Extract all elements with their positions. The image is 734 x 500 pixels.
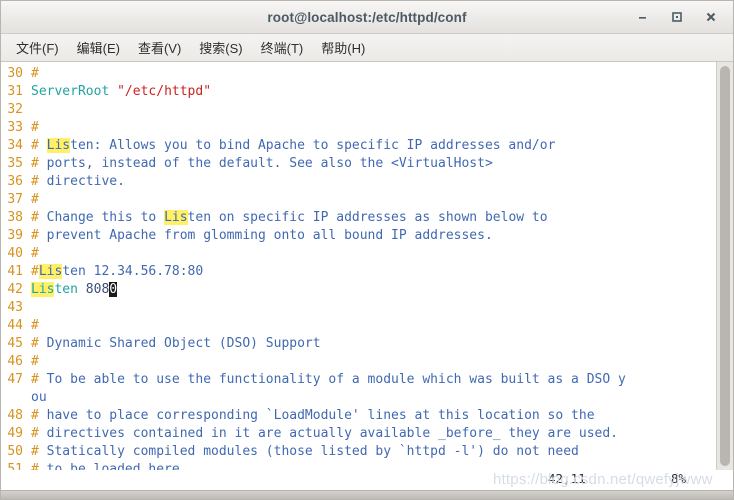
window-title: root@localhost:/etc/httpd/conf	[267, 9, 467, 25]
vim-line-text: ou	[31, 390, 47, 405]
vim-line-text: #	[31, 192, 39, 207]
vim-line-number: 47	[7, 372, 23, 387]
maximize-button[interactable]	[669, 9, 685, 25]
vim-line: 37 #	[1, 191, 716, 209]
vim-line: 45 # Dynamic Shared Object (DSO) Support	[1, 335, 716, 353]
vim-line-list: 30 #31 ServerRoot "/etc/httpd" 32 33 #34 # Lis…	[1, 65, 716, 470]
cursor-position: 42,11	[548, 471, 586, 486]
vim-line: 30 #	[1, 65, 716, 83]
vim-line: 40 #	[1, 245, 716, 263]
menu-search[interactable]: 搜索(S)	[190, 35, 251, 60]
vim-line: 51 # to be loaded here.	[1, 461, 716, 470]
vim-line-number: 45	[7, 336, 23, 351]
vim-line-number: 40	[7, 246, 23, 261]
vim-line: 48 # have to place corresponding `LoadMod…	[1, 407, 716, 425]
vim-line-text: #	[31, 66, 39, 81]
vim-line-text: # have to place corresponding `LoadModul…	[31, 408, 595, 423]
vim-line-text: #	[31, 318, 39, 333]
vim-line-number: 46	[7, 354, 23, 369]
vim-line: 32	[1, 101, 716, 119]
vim-line-number: 49	[7, 426, 23, 441]
vim-line-text: # To be able to use the functionality of…	[31, 372, 626, 387]
vim-line-text: # directives contained in it are actuall…	[31, 426, 619, 441]
vim-line-number: 43	[7, 300, 23, 315]
window-titlebar[interactable]: root@localhost:/etc/httpd/conf	[1, 1, 733, 34]
vim-line-text: #	[31, 354, 39, 369]
menu-file[interactable]: 文件(F)	[7, 35, 68, 60]
vim-line: 35 # ports, instead of the default. See a…	[1, 155, 716, 173]
scroll-percent: 8%	[671, 471, 687, 486]
vim-line-text: # ports, instead of the default. See als…	[31, 156, 493, 171]
close-button[interactable]	[703, 9, 719, 25]
vim-line-text: # to be loaded here.	[31, 462, 188, 470]
vim-line-number: 30	[7, 66, 23, 81]
vim-line-number: 32	[7, 102, 23, 117]
vim-line: ou	[1, 389, 716, 407]
vim-line: 50 # Statically compiled modules (those l…	[1, 443, 716, 461]
vim-line: 34 # Listen: Allows you to bind Apache to…	[1, 137, 716, 155]
vim-line: 33 #	[1, 119, 716, 137]
vim-status-line: 42,11 8%	[1, 470, 733, 490]
vim-line-text: # prevent Apache from glomming onto all …	[31, 228, 493, 243]
menu-view[interactable]: 查看(V)	[129, 35, 190, 60]
vim-line-text: ServerRoot "/etc/httpd"	[31, 84, 212, 99]
vim-line-number: 37	[7, 192, 23, 207]
vim-line-text: #	[31, 246, 39, 261]
vim-line-text: #Listen 12.34.56.78:80	[31, 264, 204, 279]
vim-line-number: 41	[7, 264, 23, 279]
vim-line: 38 # Change this to Listen on specific IP…	[1, 209, 716, 227]
vim-line: 43	[1, 299, 716, 317]
menu-edit[interactable]: 编辑(E)	[68, 35, 129, 60]
vim-line-number: 33	[7, 120, 23, 135]
menubar: 文件(F) 编辑(E) 查看(V) 搜索(S) 终端(T) 帮助(H)	[1, 34, 733, 62]
vim-editor[interactable]: 30 #31 ServerRoot "/etc/httpd" 32 33 #34 # Lis…	[1, 62, 716, 470]
vim-line-text: #	[31, 120, 39, 135]
vim-line-number: 31	[7, 84, 23, 99]
vim-line: 44 #	[1, 317, 716, 335]
window-controls	[635, 1, 727, 33]
vim-line-number: 34	[7, 138, 23, 153]
vim-line-text: # Dynamic Shared Object (DSO) Support	[31, 336, 321, 351]
vim-line-number: 36	[7, 174, 23, 189]
terminal-window: root@localhost:/etc/httpd/conf 文件(F) 编辑(…	[0, 0, 734, 500]
vim-line-text: # Listen: Allows you to bind Apache to s…	[31, 138, 556, 153]
menu-terminal[interactable]: 终端(T)	[252, 35, 313, 60]
vim-line-number: 48	[7, 408, 23, 423]
terminal-body[interactable]: 30 #31 ServerRoot "/etc/httpd" 32 33 #34 # Lis…	[1, 62, 733, 470]
vim-line: 49 # directives contained in it are actua…	[1, 425, 716, 443]
vim-line-text: # Statically compiled modules (those lis…	[31, 444, 579, 459]
vim-line-text: # Change this to Listen on specific IP a…	[31, 210, 548, 225]
vim-line: 42 Listen 8080	[1, 281, 716, 299]
vim-line-number: 50	[7, 444, 23, 459]
scrollbar-thumb[interactable]	[720, 66, 730, 466]
vim-line-number: 42	[7, 282, 23, 297]
vim-line: 39 # prevent Apache from glomming onto al…	[1, 227, 716, 245]
vim-line-number: 35	[7, 156, 23, 171]
vim-line: 47 # To be able to use the functionality …	[1, 371, 716, 389]
vim-line-number: 38	[7, 210, 23, 225]
vim-line-number: 39	[7, 228, 23, 243]
minimize-button[interactable]	[635, 9, 651, 25]
vim-line-text: # directive.	[31, 174, 125, 189]
vim-line: 31 ServerRoot "/etc/httpd"	[1, 83, 716, 101]
menu-help[interactable]: 帮助(H)	[312, 35, 374, 60]
vim-line-number: 44	[7, 318, 23, 333]
vim-line-text: Listen 8080	[31, 282, 118, 297]
window-bottom-edge	[1, 490, 733, 499]
vertical-scrollbar[interactable]	[716, 62, 733, 470]
vim-line-number: 51	[7, 462, 23, 470]
vim-line: 46 #	[1, 353, 716, 371]
vim-line: 41 #Listen 12.34.56.78:80	[1, 263, 716, 281]
vim-line: 36 # directive.	[1, 173, 716, 191]
